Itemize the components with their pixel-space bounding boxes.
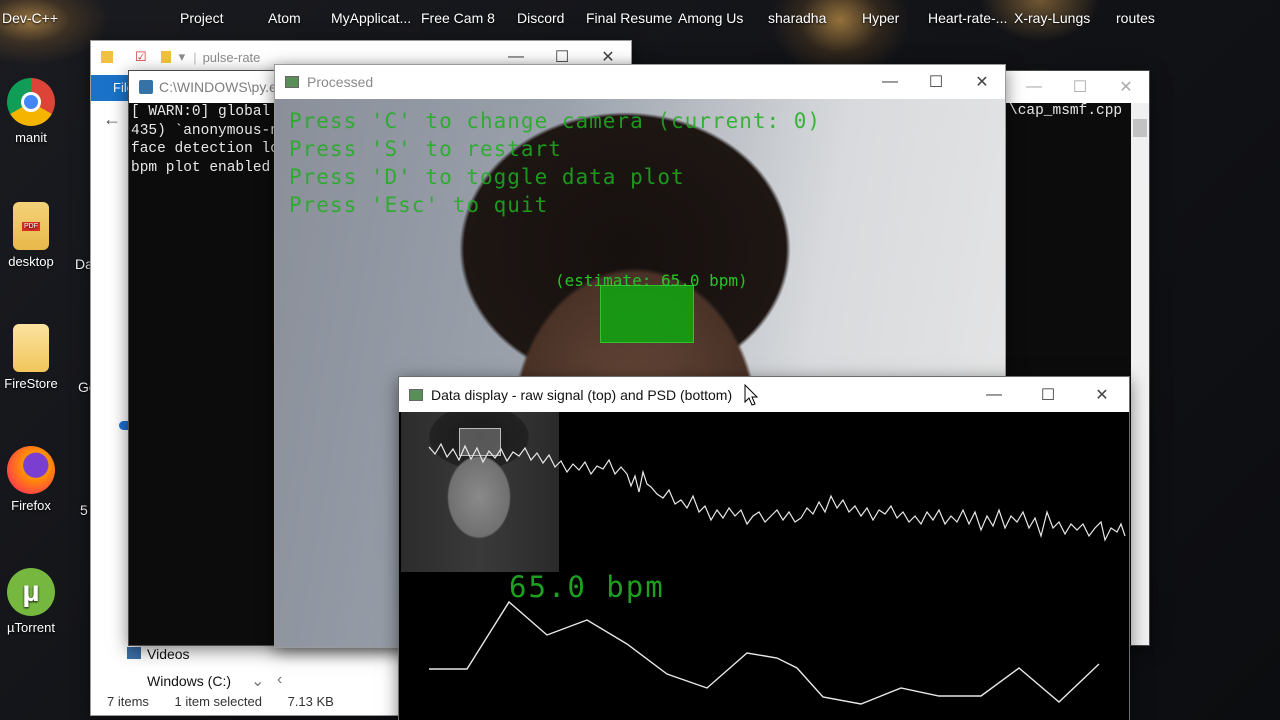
ribbon-file-tab[interactable]: File [91,75,134,101]
instruction-toggle-plot: Press 'D' to toggle data plot [289,165,685,189]
chevron-down-icon[interactable]: ⌄ [251,671,264,691]
explorer-title: pulse-rate [202,49,261,65]
close-icon[interactable]: ✕ [1075,379,1129,411]
scroll-left-icon[interactable]: ‹ [277,671,282,689]
utorrent-icon: µ [7,568,55,616]
instruction-change-camera: Press 'C' to change camera (current: 0) [289,109,822,133]
minimize-icon[interactable]: — [1011,71,1057,103]
plot-svg [428,442,1126,705]
chrome-icon [7,78,55,126]
desktop-icon-firefox[interactable]: Firefox [0,446,70,513]
maximize-icon[interactable]: ☐ [1057,71,1103,103]
instruction-restart: Press 'S' to restart [289,137,562,161]
checkbox-icon[interactable]: ☑ [135,49,147,65]
desktop-icon-heart-rate-label[interactable]: Heart-rate-... [928,10,1007,26]
close-icon[interactable]: ✕ [1103,71,1149,103]
console-output-right: \cap_msmf.cpp ( [1009,103,1140,119]
desktop-icon-manit-label: manit [15,130,47,145]
mouse-cursor-icon [744,384,759,406]
desktop-icon-xray-lungs-label[interactable]: X-ray-Lungs [1014,10,1090,26]
data-display-titlebar[interactable]: Data display - raw signal (top) and PSD … [399,377,1129,412]
nav-item-drive[interactable]: Windows (C:) [147,673,231,689]
data-display-window[interactable]: Data display - raw signal (top) and PSD … [398,376,1130,720]
forehead-roi-box [600,285,694,343]
desktop-icon-final-resume-label[interactable]: Final Resume [586,10,672,26]
bpm-value-label: 65.0 bpm [509,570,665,604]
desktop-icon-discord-label[interactable]: Discord [517,10,564,26]
desktop-icon-firestore-label: FireStore [4,376,58,391]
desktop-icon-5-label[interactable]: 5 [80,502,88,518]
psd-line [429,600,1100,705]
desktop-icon-hyper-label[interactable]: Hyper [862,10,899,26]
desktop-icon-sharadha-label[interactable]: sharadha [768,10,826,26]
desktop-icon-project-label[interactable]: Project [180,10,224,26]
processed-title: Processed [307,74,374,90]
back-arrow-icon[interactable]: ← [103,109,121,130]
signal-plot-area: 65.0 bpm [399,412,1129,720]
desktop-icon-firestore[interactable]: FireStore [0,324,70,391]
desktop-icon-among-us-label[interactable]: Among Us [678,10,743,26]
videos-folder-icon [127,647,141,659]
scrollbar-thumb[interactable] [1133,119,1147,137]
opencv-window-icon [409,388,423,401]
folder-icon [160,51,171,63]
console-scrollbar[interactable] [1131,103,1149,645]
nav-item-videos[interactable]: Videos [127,646,190,662]
desktop-icon-routes-label[interactable]: routes [1116,10,1155,26]
python-icon [139,80,153,94]
close-icon[interactable]: ✕ [959,66,1005,98]
status-item-count: 7 items [107,694,149,709]
data-display-title: Data display - raw signal (top) and PSD … [431,386,733,403]
desktop-icon-myapplication-label[interactable]: MyApplicat... [331,10,411,26]
minimize-icon[interactable]: — [867,66,913,98]
chevron-down-icon[interactable]: ▾ [179,49,186,65]
folder-icon [101,51,113,63]
opencv-window-icon [285,76,299,88]
desktop-icon-devcpp-label[interactable]: Dev-C++ [2,10,58,26]
folder-pdf-icon: PDF [13,202,49,250]
desktop-icon-desktop-label: desktop [8,254,54,269]
instruction-quit: Press 'Esc' to quit [289,193,549,217]
minimize-icon[interactable]: — [967,379,1021,411]
maximize-icon[interactable]: ☐ [1021,379,1075,411]
maximize-icon[interactable]: ☐ [913,66,959,98]
console-output: [ WARN:0] global ( 435) `anonymous-na fa… [131,104,288,176]
desktop-icon-atom-label[interactable]: Atom [268,10,301,26]
desktop-icon-utorrent-label: µTorrent [7,620,55,635]
status-selected: 1 item selected [174,694,262,709]
desktop-icon-desktop[interactable]: PDF desktop [0,202,70,269]
desktop-icon-manit[interactable]: manit [0,78,70,145]
desktop-icon-freecam-label[interactable]: Free Cam 8 [421,10,495,26]
raw-signal-line [428,442,1126,542]
processed-titlebar[interactable]: Processed — ☐ ✕ [275,65,1005,99]
desktop-icon-firefox-label: Firefox [11,498,51,513]
folder-icon [13,324,49,372]
status-size: 7.13 KB [287,694,334,709]
desktop-icon-utorrent[interactable]: µ µTorrent [0,568,70,635]
firefox-icon [7,446,55,494]
nav-item-videos-label: Videos [147,646,190,662]
